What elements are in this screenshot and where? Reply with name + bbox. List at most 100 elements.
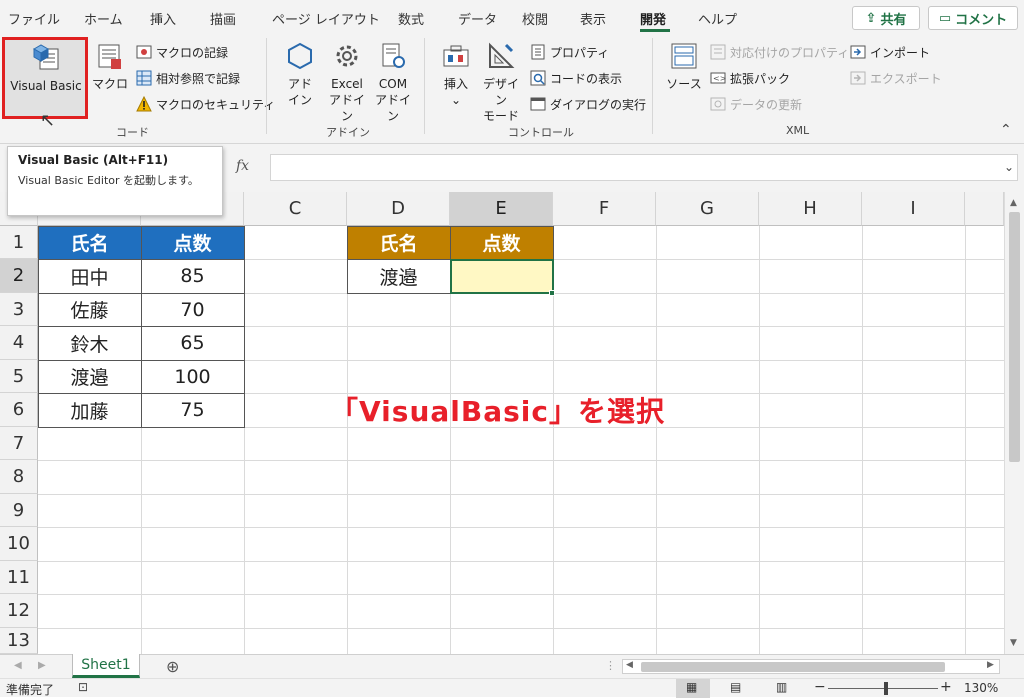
tab-developer[interactable]: 開発 [640, 9, 666, 28]
column-header-e[interactable]: E [450, 192, 553, 226]
row-header-12[interactable]: 12 [0, 594, 38, 628]
excel-addins-button[interactable]: Excel アドイン [324, 38, 370, 124]
row-header-6[interactable]: 6 [0, 393, 38, 427]
xml-source-button[interactable]: ソース [664, 38, 704, 92]
row-header-1[interactable]: 1 [0, 226, 38, 259]
row-header-2[interactable]: 2 [0, 259, 38, 293]
table1-cell-score[interactable]: 70 [141, 293, 244, 326]
horizontal-scrollbar[interactable]: ◀ ▶ [622, 659, 1000, 674]
zoom-slider-track[interactable] [828, 688, 938, 689]
formula-input[interactable] [270, 154, 1018, 181]
row-header-9[interactable]: 9 [0, 494, 38, 527]
vertical-scroll-thumb[interactable] [1009, 212, 1020, 462]
tab-review[interactable]: 校閲 [522, 9, 548, 28]
column-header-h[interactable]: H [759, 192, 862, 226]
expansion-packs-button[interactable]: <> 拡張パック [710, 68, 790, 88]
relative-reference-button[interactable]: 相対参照で記録 [136, 68, 240, 88]
import-button[interactable]: インポート [850, 42, 930, 62]
table1-cell-score[interactable]: 75 [141, 393, 244, 427]
map-properties-button[interactable]: 対応付けのプロパティ [710, 42, 849, 62]
column-header-i[interactable]: I [862, 192, 965, 226]
column-header-d[interactable]: D [347, 192, 450, 226]
fx-icon[interactable]: fx [236, 158, 249, 174]
add-sheet-icon[interactable]: ⊕ [166, 657, 179, 676]
zoom-in-icon[interactable]: + [940, 679, 952, 695]
page-break-view-icon[interactable]: ▥ [776, 680, 787, 694]
zoom-out-icon[interactable]: − [814, 679, 826, 695]
expand-formula-icon[interactable]: ⌄ [1004, 160, 1014, 174]
tab-splitter-icon[interactable]: ⋮ [605, 659, 616, 672]
selected-cell-e2[interactable] [450, 259, 554, 294]
prev-sheet-icon[interactable]: ◀ [14, 660, 22, 671]
next-sheet-icon[interactable]: ▶ [38, 660, 46, 671]
column-header-j[interactable] [965, 192, 1004, 226]
row-header-3[interactable]: 3 [0, 293, 38, 326]
zoom-slider-thumb[interactable] [884, 682, 888, 695]
svg-text:<>: <> [713, 74, 726, 83]
design-mode-button[interactable]: デザイン モード [478, 38, 524, 124]
table1-cell-name[interactable]: 渡邉 [38, 360, 141, 393]
table1-header-score[interactable]: 点数 [141, 226, 244, 259]
table2-cell-name[interactable]: 渡邉 [347, 259, 450, 293]
scroll-left-icon[interactable]: ◀ [626, 660, 633, 670]
row-header-5[interactable]: 5 [0, 360, 38, 393]
row-header-8[interactable]: 8 [0, 460, 38, 494]
table1-cell-score[interactable]: 100 [141, 360, 244, 393]
tab-file[interactable]: ファイル [8, 9, 60, 28]
table1-cell-name[interactable]: 加藤 [38, 393, 141, 427]
com-addins-button[interactable]: COM アドイン [372, 38, 414, 124]
table1-cell-name[interactable]: 佐藤 [38, 293, 141, 326]
table1-cell-score[interactable]: 65 [141, 326, 244, 360]
vertical-scrollbar[interactable]: ▲ ▼ [1004, 192, 1024, 654]
tab-insert[interactable]: 挿入 [150, 9, 176, 28]
column-header-c[interactable]: C [244, 192, 347, 226]
table1-cell-name[interactable]: 田中 [38, 259, 141, 293]
source-icon [666, 38, 702, 74]
row-header-10[interactable]: 10 [0, 527, 38, 561]
tab-page-layout[interactable]: ページ レイアウト [272, 9, 380, 28]
macro-security-button[interactable]: マクロのセキュリティ [136, 94, 275, 114]
insert-control-button[interactable]: 挿入 ⌄ [438, 38, 474, 108]
normal-view-button[interactable]: ▦ [676, 679, 710, 698]
macro-record-status-icon[interactable]: ⊡ [78, 680, 88, 694]
column-header-g[interactable]: G [656, 192, 759, 226]
properties-button[interactable]: プロパティ [530, 42, 609, 62]
tab-view[interactable]: 表示 [580, 9, 606, 28]
relative-reference-label: 相対参照で記録 [156, 71, 241, 86]
macro-button[interactable]: マクロ [90, 38, 130, 92]
tab-home[interactable]: ホーム [84, 9, 123, 28]
visual-basic-button-overlay[interactable]: Visual Basic [6, 40, 86, 94]
record-macro-button[interactable]: マクロの記録 [136, 42, 228, 62]
row-header-4[interactable]: 4 [0, 326, 38, 360]
scroll-up-icon[interactable]: ▲ [1010, 198, 1017, 208]
zoom-level[interactable]: 130% [964, 681, 998, 695]
table1-header-name[interactable]: 氏名 [38, 226, 141, 259]
addins-button[interactable]: アド イン [280, 38, 320, 108]
sheet-tab[interactable]: Sheet1 [72, 654, 140, 678]
refresh-data-button[interactable]: データの更新 [710, 94, 802, 114]
column-header-f[interactable]: F [553, 192, 656, 226]
row-header-13[interactable]: 13 [0, 628, 38, 654]
view-code-button[interactable]: コードの表示 [530, 68, 622, 88]
export-button[interactable]: エクスポート [850, 68, 942, 88]
tab-formulas[interactable]: 数式 [398, 9, 424, 28]
tab-draw[interactable]: 描画 [210, 9, 236, 28]
page-layout-view-icon[interactable]: ▤ [730, 680, 741, 694]
comment-button[interactable]: ▭ コメント [928, 6, 1018, 30]
horizontal-scroll-thumb[interactable] [641, 662, 945, 672]
row-header-7[interactable]: 7 [0, 427, 38, 460]
table1-cell-score[interactable]: 85 [141, 259, 244, 293]
row-header-11[interactable]: 11 [0, 561, 38, 594]
share-button[interactable]: ⇪ 共有 [852, 6, 920, 30]
fill-handle[interactable] [549, 290, 555, 296]
tab-help[interactable]: ヘルプ [698, 9, 737, 28]
table2-header-name[interactable]: 氏名 [347, 226, 450, 259]
run-dialog-button[interactable]: ダイアログの実行 [530, 94, 646, 114]
tab-data[interactable]: データ [458, 9, 497, 28]
scroll-right-icon[interactable]: ▶ [987, 660, 994, 670]
collapse-ribbon-icon[interactable]: ⌃ [1000, 122, 1012, 138]
comment-label: コメント [955, 12, 1008, 28]
scroll-down-icon[interactable]: ▼ [1010, 638, 1017, 648]
table2-header-score[interactable]: 点数 [450, 226, 553, 259]
table1-cell-name[interactable]: 鈴木 [38, 326, 141, 360]
